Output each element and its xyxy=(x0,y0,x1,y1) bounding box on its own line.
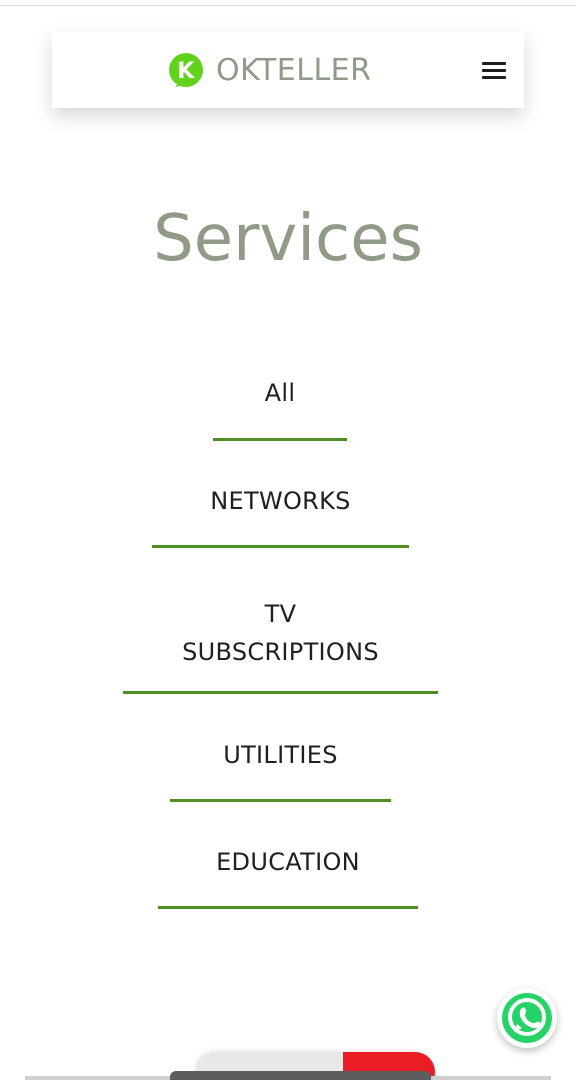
filter-label-tv: TV xyxy=(264,600,297,628)
filter-label-all: All xyxy=(264,379,296,407)
filter-underline-education xyxy=(158,906,418,909)
services-page: K OKTELLER Services All NETWORKS TV SUBS… xyxy=(0,0,576,1080)
filter-label-subscriptions: SUBSCRIPTIONS xyxy=(182,638,379,666)
filter-all[interactable]: All xyxy=(213,379,347,409)
hamburger-menu-icon-line-1 xyxy=(482,61,506,65)
filter-underline-utilities xyxy=(170,799,391,802)
filter-networks[interactable]: NETWORKS xyxy=(152,487,409,517)
bottom-scroll-thumb[interactable] xyxy=(170,1071,431,1080)
logo-letter: K xyxy=(177,59,195,84)
page-title: Services xyxy=(153,201,423,276)
filter-education[interactable]: EDUCATION xyxy=(158,848,418,878)
brand-logo-link[interactable]: K OKTELLER xyxy=(168,50,371,90)
filter-underline-all xyxy=(213,438,347,441)
hamburger-menu-icon-line-2 xyxy=(482,68,506,72)
hamburger-menu-icon-line-3 xyxy=(482,75,506,79)
filter-label-networks: NETWORKS xyxy=(210,487,351,515)
whatsapp-icon xyxy=(502,993,552,1043)
filter-label-education: EDUCATION xyxy=(216,848,360,876)
filter-underline-tv-subscriptions xyxy=(123,691,438,694)
filter-underline-networks xyxy=(152,545,409,548)
filter-label-utilities: UTILITIES xyxy=(223,741,338,769)
whatsapp-button[interactable] xyxy=(497,988,557,1048)
filter-utilities[interactable]: UTILITIES xyxy=(170,741,391,771)
browser-top-divider xyxy=(0,5,576,6)
brand-name: OKTELLER xyxy=(216,52,372,88)
hamburger-menu-button[interactable] xyxy=(482,58,510,82)
filter-tv-subscriptions[interactable]: TV SUBSCRIPTIONS xyxy=(123,595,438,666)
okteller-logo-icon: K xyxy=(169,53,203,87)
